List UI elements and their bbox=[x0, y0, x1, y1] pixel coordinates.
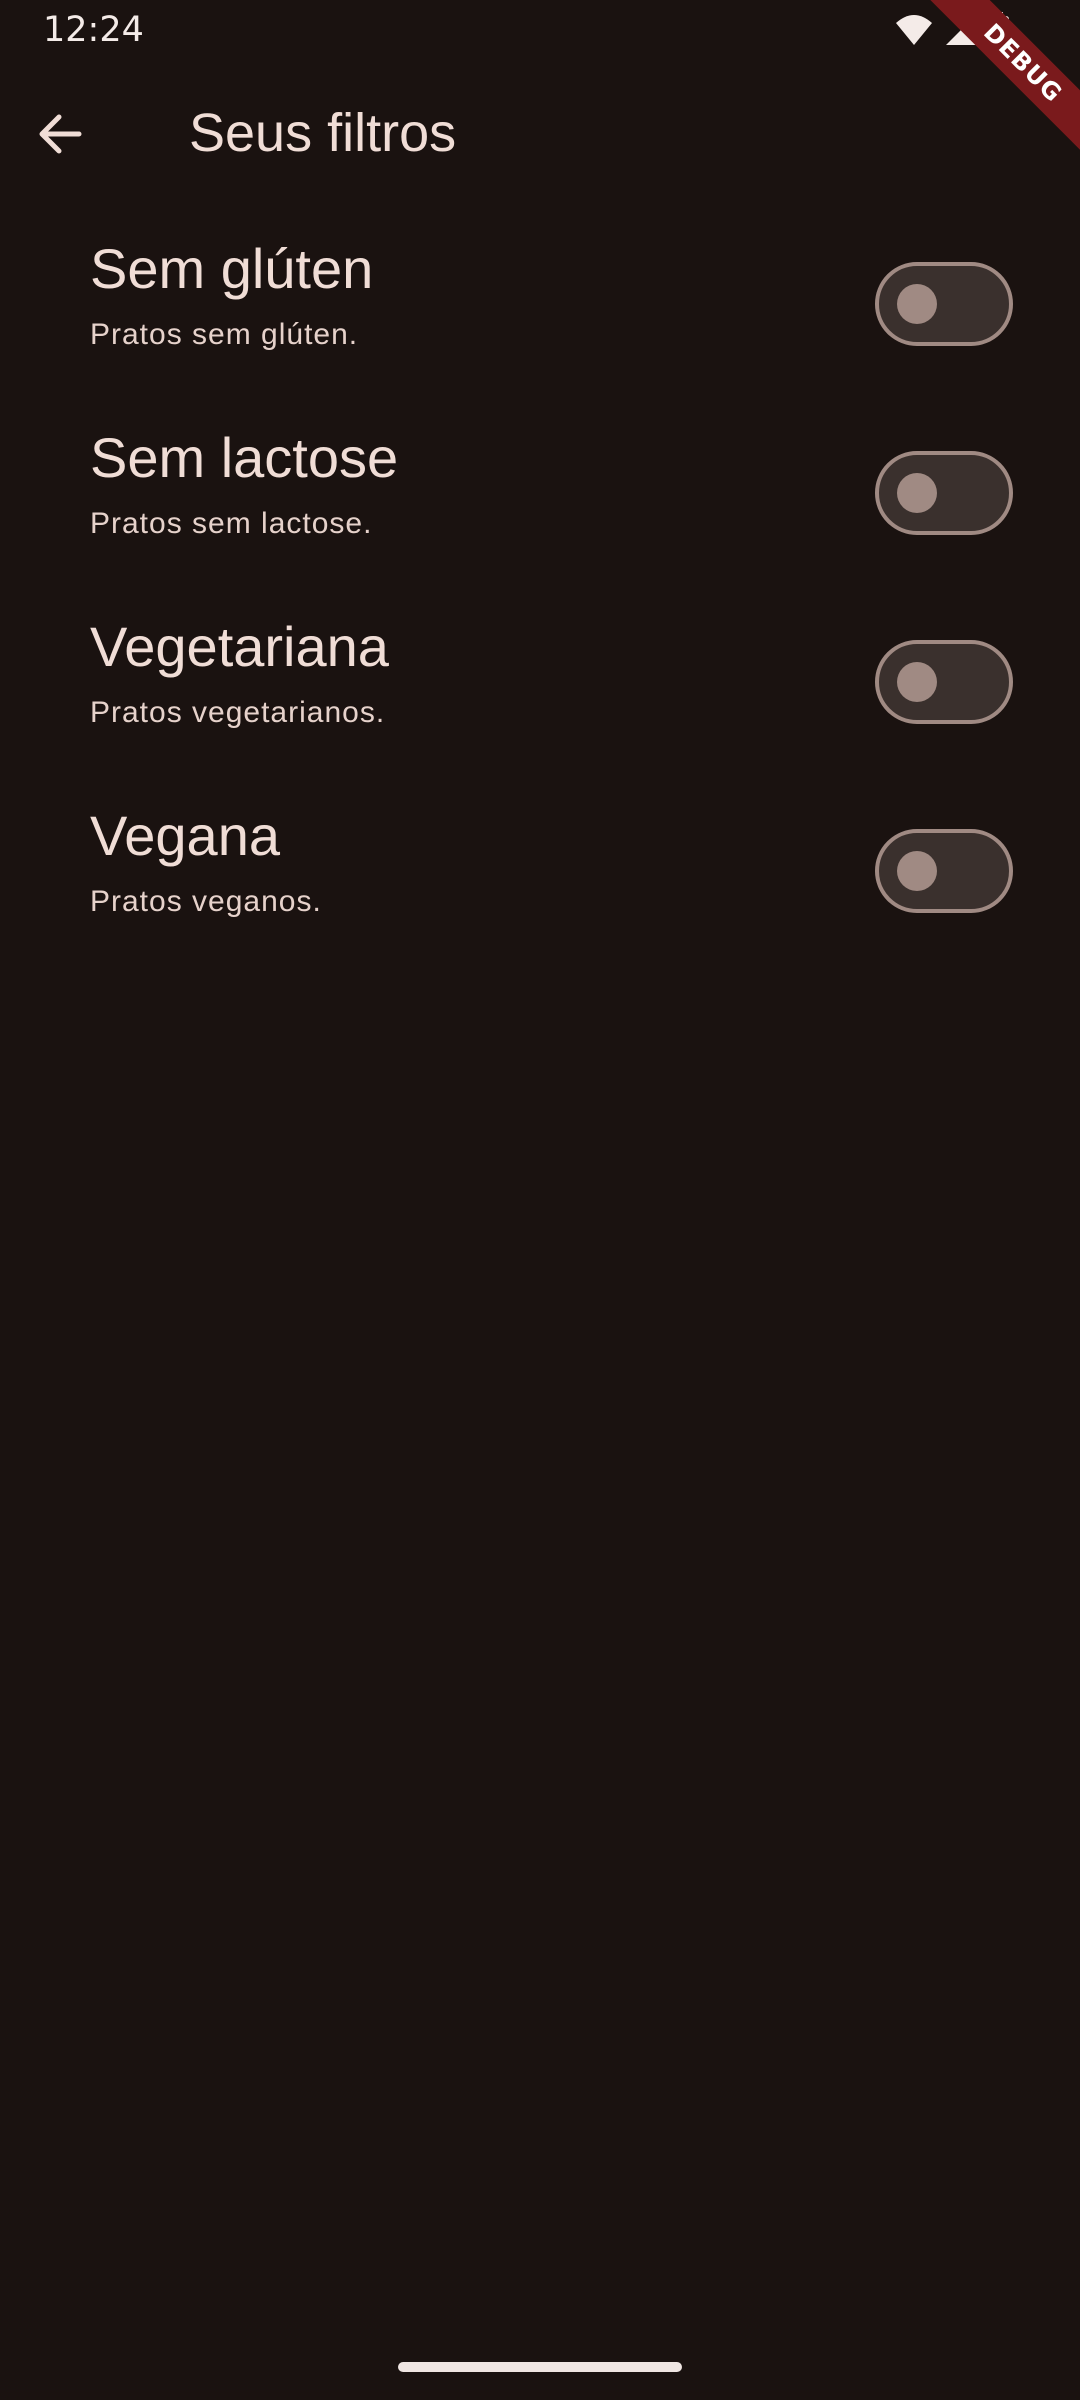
filter-title: Sem glúten bbox=[90, 237, 374, 300]
filter-row-lactose-free[interactable]: Sem lactose Pratos sem lactose. bbox=[0, 409, 1080, 598]
filter-subtitle: Pratos sem lactose. bbox=[90, 507, 373, 540]
filter-row-vegetarian[interactable]: Vegetariana Pratos vegetarianos. bbox=[0, 598, 1080, 787]
filter-title: Vegetariana bbox=[90, 615, 389, 678]
app-bar: Seus filtros bbox=[0, 80, 1080, 192]
arrow-back-icon bbox=[37, 111, 83, 162]
filter-subtitle: Pratos vegetarianos. bbox=[90, 696, 386, 729]
switch-thumb bbox=[897, 662, 937, 702]
filter-subtitle: Pratos veganos. bbox=[90, 885, 322, 918]
filter-subtitle: Pratos sem glúten. bbox=[90, 318, 359, 351]
back-button[interactable] bbox=[28, 104, 92, 168]
switch-thumb bbox=[897, 851, 937, 891]
filter-title: Sem lactose bbox=[90, 426, 399, 489]
filter-title: Vegana bbox=[90, 804, 280, 867]
filter-row-vegan[interactable]: Vegana Pratos veganos. bbox=[0, 787, 1080, 976]
switch-thumb bbox=[897, 473, 937, 513]
lactose-free-switch[interactable] bbox=[875, 451, 1013, 535]
vegetarian-switch[interactable] bbox=[875, 640, 1013, 724]
status-time: 12:24 bbox=[43, 10, 144, 50]
filter-list: Sem glúten Pratos sem glúten. Sem lactos… bbox=[0, 220, 1080, 976]
vegan-switch[interactable] bbox=[875, 829, 1013, 913]
page-title: Seus filtros bbox=[189, 103, 457, 163]
switch-thumb bbox=[897, 284, 937, 324]
status-bar: 12:24 DEBUG bbox=[0, 0, 1080, 160]
filter-row-gluten-free[interactable]: Sem glúten Pratos sem glúten. bbox=[0, 220, 1080, 409]
home-indicator[interactable] bbox=[398, 2362, 682, 2372]
gluten-free-switch[interactable] bbox=[875, 262, 1013, 346]
